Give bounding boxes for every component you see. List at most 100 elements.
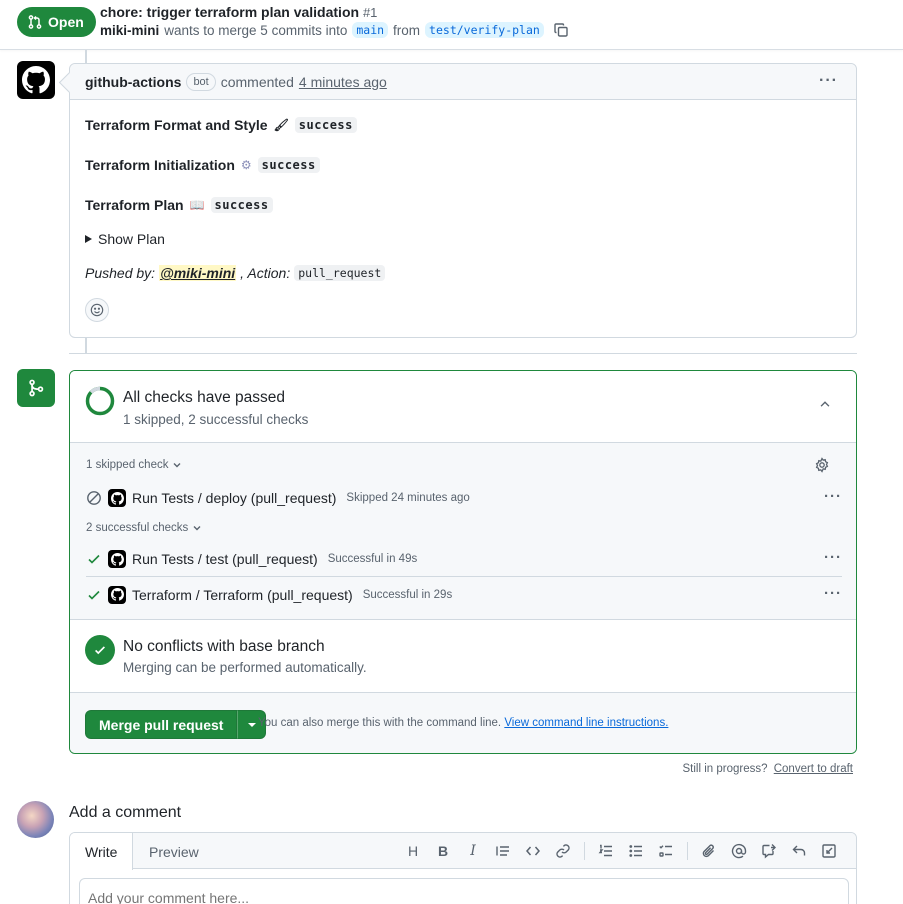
skipped-icon bbox=[87, 491, 101, 505]
convert-to-draft-link[interactable]: Convert to draft bbox=[774, 763, 853, 775]
add-reaction-button[interactable] bbox=[85, 298, 109, 322]
checks-list: 1 skipped check Run Tests / deploy (pull… bbox=[70, 443, 856, 620]
terraform-init-line: Terraform Initialization ⚙ success bbox=[85, 157, 320, 173]
more-options-icon[interactable]: ··· bbox=[824, 489, 842, 504]
bold-button[interactable]: B bbox=[428, 842, 458, 860]
merge-button-group: Merge pull request bbox=[85, 710, 267, 739]
timeline-divider bbox=[69, 353, 857, 354]
check-status: Successful in 29s bbox=[362, 588, 453, 601]
tf-line-label: Terraform Plan bbox=[85, 197, 184, 213]
gear-icon[interactable] bbox=[814, 457, 830, 473]
pr-merge-info: miki-mini wants to merge 5 commits into … bbox=[100, 22, 569, 38]
timeline-line bbox=[85, 338, 87, 353]
conflicts-title: No conflicts with base branch bbox=[123, 638, 325, 655]
fullscreen-icon[interactable] bbox=[814, 842, 844, 860]
pr-title: chore: trigger terraform plan validation… bbox=[100, 4, 377, 20]
github-logo-icon bbox=[110, 588, 124, 601]
chevron-up-icon[interactable] bbox=[818, 397, 832, 411]
check-row-deploy[interactable]: Run Tests / deploy (pull_request) Skippe… bbox=[86, 481, 842, 515]
tab-write[interactable]: Write bbox=[70, 833, 134, 870]
github-actions-app-icon bbox=[108, 550, 126, 568]
tf-line-status: success bbox=[294, 117, 357, 133]
github-logo-icon bbox=[110, 552, 124, 566]
heading-button[interactable]: H bbox=[398, 842, 428, 860]
merge-hint-text: You can also merge this with the command… bbox=[258, 717, 502, 729]
mention-icon[interactable] bbox=[724, 842, 754, 860]
github-actions-avatar[interactable] bbox=[17, 61, 55, 99]
more-options-icon[interactable]: ··· bbox=[824, 550, 842, 565]
check-icon bbox=[88, 554, 100, 564]
checks-summary[interactable]: All checks have passed 1 skipped, 2 succ… bbox=[70, 371, 856, 443]
pr-state-label: Open bbox=[48, 14, 84, 30]
check-status: Skipped 24 minutes ago bbox=[346, 492, 470, 504]
pr-header: Open chore: trigger terraform plan valid… bbox=[0, 0, 903, 50]
reply-icon[interactable] bbox=[784, 842, 814, 860]
show-plan-toggle[interactable]: Show Plan bbox=[85, 231, 165, 247]
toolbar-divider bbox=[687, 842, 688, 860]
check-status: Successful in 49s bbox=[327, 553, 418, 565]
code-icon[interactable] bbox=[518, 842, 548, 860]
cross-reference-icon[interactable] bbox=[754, 842, 784, 860]
pr-number: #1 bbox=[362, 5, 378, 20]
action-value: pull_request bbox=[294, 265, 386, 281]
merge-text: wants to merge 5 commits into bbox=[164, 22, 348, 38]
comment-author[interactable]: github-actions bbox=[85, 74, 181, 90]
add-comment-title: Add a comment bbox=[69, 804, 182, 821]
pr-state-badge: Open bbox=[17, 7, 96, 37]
pr-title-text: chore: trigger terraform plan validation bbox=[100, 4, 360, 20]
pushed-by-user[interactable]: @miki-mini bbox=[159, 265, 237, 281]
task-list-icon[interactable] bbox=[651, 842, 681, 860]
tf-line-label: Terraform Initialization bbox=[85, 157, 235, 173]
comment-textarea[interactable] bbox=[79, 878, 849, 904]
check-row-test[interactable]: Run Tests / test (pull_request) Successf… bbox=[86, 542, 842, 576]
terraform-plan-line: Terraform Plan 📖 success bbox=[85, 197, 273, 213]
unordered-list-icon[interactable] bbox=[621, 842, 651, 860]
bot-badge: bot bbox=[186, 72, 216, 91]
check-name: Run Tests / test (pull_request) bbox=[132, 551, 318, 567]
check-row-terraform[interactable]: Terraform / Terraform (pull_request) Suc… bbox=[86, 576, 842, 612]
base-branch[interactable]: main bbox=[352, 22, 389, 38]
quote-icon[interactable] bbox=[488, 842, 518, 860]
git-merge-icon bbox=[29, 379, 44, 397]
tf-line-label: Terraform Format and Style bbox=[85, 117, 268, 133]
no-conflicts-icon bbox=[85, 635, 115, 665]
ordered-list-icon[interactable] bbox=[591, 842, 621, 860]
toolbar-divider bbox=[584, 842, 585, 860]
merge-pull-request-button[interactable]: Merge pull request bbox=[85, 710, 238, 739]
copy-icon[interactable] bbox=[553, 22, 569, 38]
github-actions-app-icon bbox=[108, 585, 126, 604]
link-icon[interactable] bbox=[548, 842, 578, 860]
disclosure-triangle-icon bbox=[85, 235, 92, 243]
check-name: Terraform / Terraform (pull_request) bbox=[132, 586, 353, 603]
terraform-format-line: Terraform Format and Style 🖌 success bbox=[85, 117, 357, 133]
github-logo-icon bbox=[22, 66, 50, 94]
pr-author[interactable]: miki-mini bbox=[100, 23, 159, 38]
skipped-group-toggle[interactable]: 1 skipped check bbox=[86, 459, 182, 471]
merge-box: All checks have passed 1 skipped, 2 succ… bbox=[69, 370, 857, 754]
github-actions-app-icon bbox=[108, 489, 126, 507]
conflicts-section: No conflicts with base branch Merging ca… bbox=[70, 620, 856, 693]
successful-group-toggle[interactable]: 2 successful checks bbox=[86, 522, 202, 534]
comment-options-icon[interactable]: ··· bbox=[819, 73, 838, 89]
book-icon: 📖 bbox=[189, 198, 205, 212]
user-avatar[interactable] bbox=[17, 801, 54, 838]
show-plan-label: Show Plan bbox=[98, 231, 165, 247]
caret-down-icon bbox=[247, 722, 256, 727]
head-branch[interactable]: test/verify-plan bbox=[425, 22, 544, 38]
check-icon bbox=[95, 646, 105, 655]
paperclip-icon[interactable] bbox=[694, 842, 724, 860]
command-line-instructions-link[interactable]: View command line instructions. bbox=[504, 717, 668, 729]
merge-status-icon bbox=[17, 369, 55, 407]
github-logo-icon bbox=[110, 491, 124, 505]
comment-editor: Write Preview H B I bbox=[69, 832, 857, 904]
more-options-icon[interactable]: ··· bbox=[824, 586, 842, 601]
successful-group-label: 2 successful checks bbox=[86, 522, 189, 534]
italic-button[interactable]: I bbox=[458, 842, 488, 860]
pushed-by-label: Pushed by: bbox=[85, 265, 156, 281]
tab-preview[interactable]: Preview bbox=[134, 833, 214, 870]
draft-line: Still in progress? Convert to draft bbox=[683, 763, 853, 775]
bot-comment: github-actions bot commented 4 minutes a… bbox=[69, 63, 857, 338]
editor-tabs: Write Preview H B I bbox=[70, 833, 856, 870]
tf-line-status: success bbox=[210, 197, 273, 213]
comment-time[interactable]: 4 minutes ago bbox=[299, 74, 387, 90]
